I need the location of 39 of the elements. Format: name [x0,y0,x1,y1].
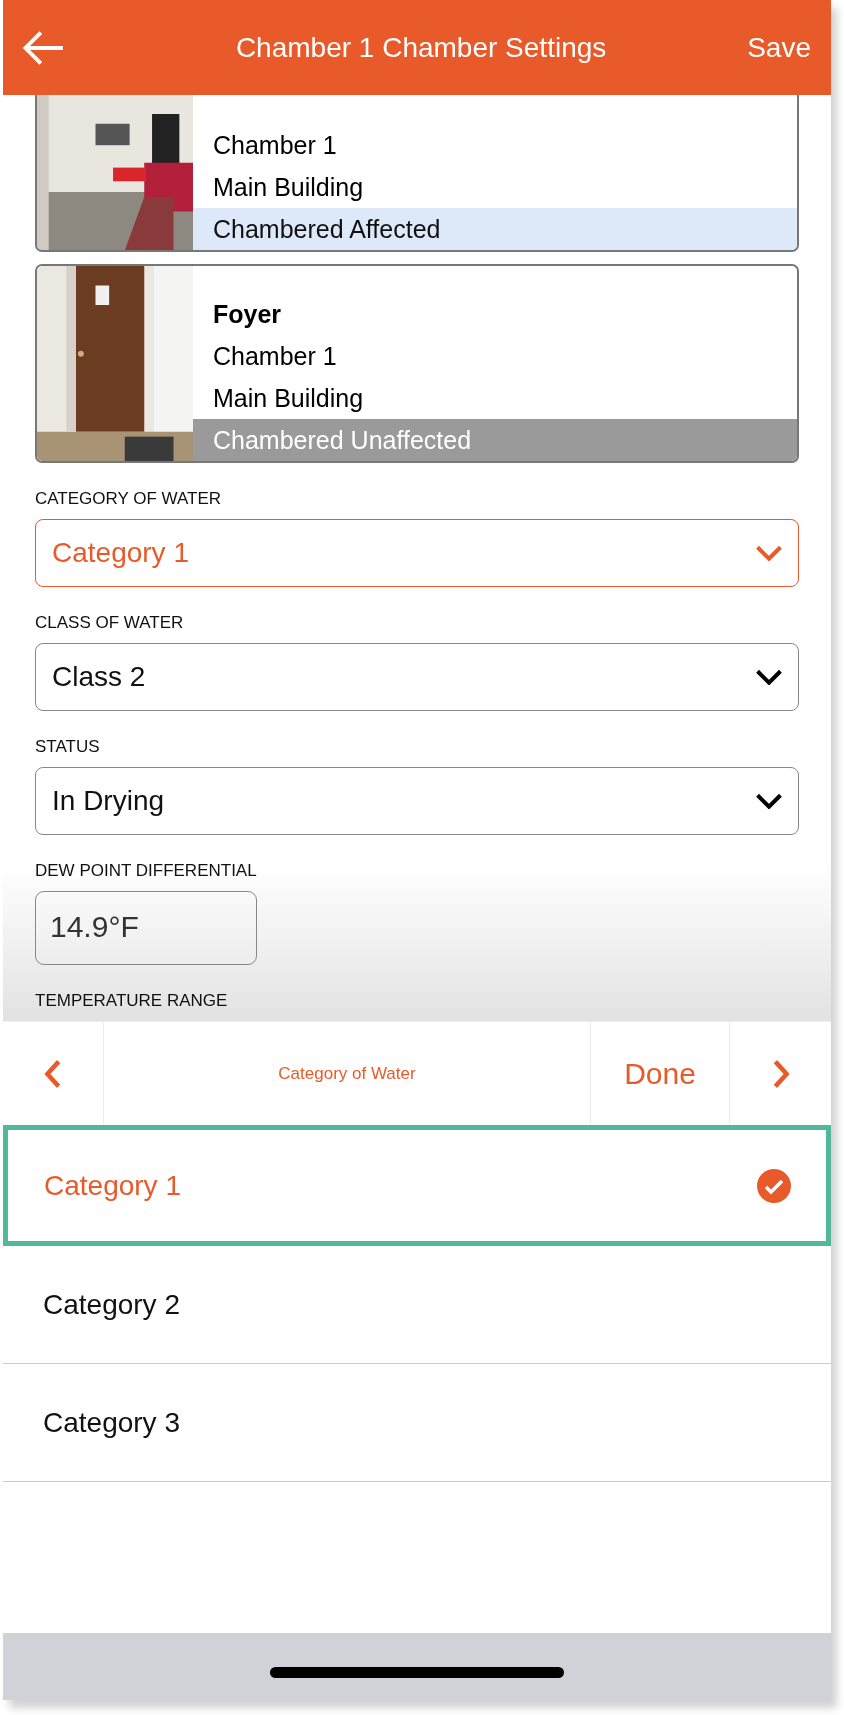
room-detail: Chamber 1 [213,130,338,161]
room-card[interactable]: Chamber 1 Main Building Chambered Affected [35,95,799,252]
field-label: STATUS [35,737,101,757]
dropdown-value: Category 1 [52,537,189,569]
option-label: Category 1 [44,1169,181,1202]
option-item[interactable]: Category 3 [3,1364,831,1482]
chevron-down-icon [756,669,782,685]
option-label: Category 2 [43,1288,180,1321]
dropdown-field[interactable]: Category 1 [35,519,799,587]
input-field[interactable]: 14.9°F [35,891,257,965]
room-card[interactable]: Foyer Chamber 1 Main Building Chambered Unaffected [35,264,799,463]
room-detail: Chamber 1 [213,341,338,372]
option-label: Category 3 [43,1406,180,1439]
chevron-down-icon [756,545,782,561]
back-arrow-icon [21,29,65,66]
field-label: CLASS OF WATER [35,613,185,633]
chevron-left-icon [44,1059,62,1088]
chevron-right-icon [771,1059,790,1088]
room-status: Chambered Affected [193,208,797,250]
done-button[interactable]: Done [591,1022,730,1125]
room-detail: Main Building [213,172,365,203]
room-name: Foyer [213,299,283,330]
room-detail: Main Building [213,383,365,414]
dropdown-field[interactable]: Class 2 [35,643,799,711]
room-status: Chambered Unaffected [193,419,797,461]
option-item[interactable]: Category 1 [3,1125,831,1246]
field-label: TEMPERATURE RANGE [35,991,229,1011]
picker-title: Category of Water [104,1022,591,1125]
option-item[interactable]: Category 2 [3,1246,831,1364]
screen-title: Chamber 1 Chamber Settings [234,31,608,64]
dropdown-value: Class 2 [52,661,146,693]
field-label: CATEGORY OF WATER [35,489,223,509]
dropdown-field[interactable]: In Drying [35,767,799,835]
back-button[interactable] [21,29,65,66]
dropdown-value: In Drying [52,785,165,817]
chevron-down-icon [756,793,782,809]
field-label: DEW POINT DIFFERENTIAL [35,861,258,881]
check-circle-icon [757,1168,791,1203]
save-button[interactable]: Save [747,31,811,64]
